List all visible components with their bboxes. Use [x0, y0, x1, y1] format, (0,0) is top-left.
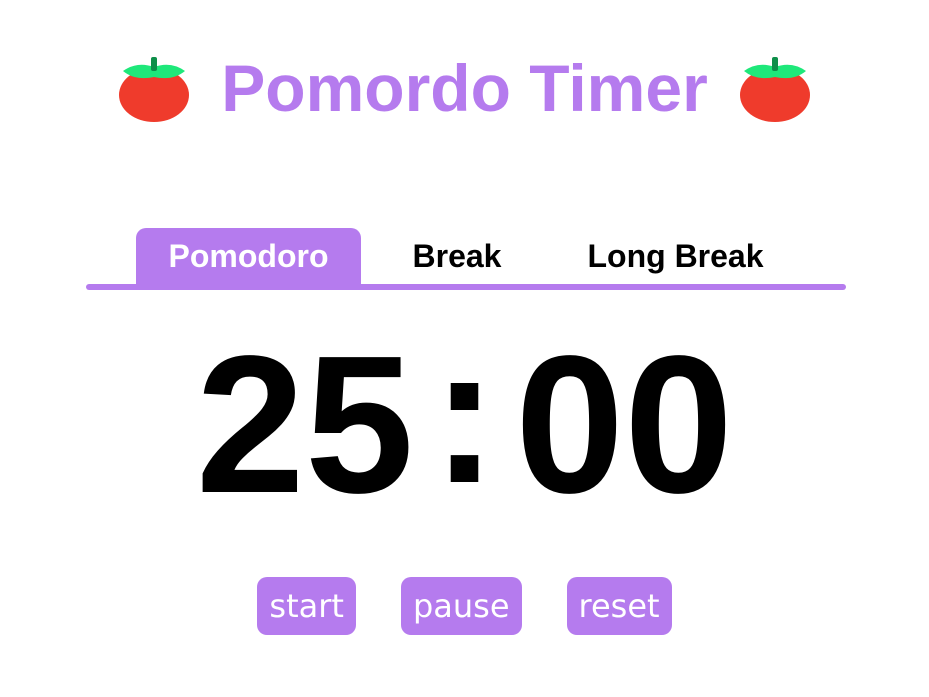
tomato-icon [119, 57, 190, 122]
tab-break[interactable]: Break [391, 228, 523, 284]
timer-separator: : [431, 305, 498, 524]
tab-underline [86, 284, 846, 290]
pause-button[interactable]: pause [400, 577, 522, 635]
timer-seconds: 00 [515, 315, 734, 534]
app-header: Pomordo Timer [0, 48, 929, 128]
timer-controls: start pause reset [0, 577, 929, 635]
tab-pomodoro[interactable]: Pomodoro [136, 228, 361, 284]
page-title: Pomordo Timer [221, 51, 708, 125]
mode-tabs: Pomodoro Break Long Break [86, 228, 846, 290]
tomato-icon [739, 57, 810, 122]
reset-button[interactable]: reset [566, 577, 672, 635]
start-button[interactable]: start [257, 577, 356, 635]
timer-display: 25 : 00 [0, 315, 929, 534]
tab-long-break[interactable]: Long Break [563, 228, 788, 284]
timer-minutes: 25 [195, 315, 414, 534]
